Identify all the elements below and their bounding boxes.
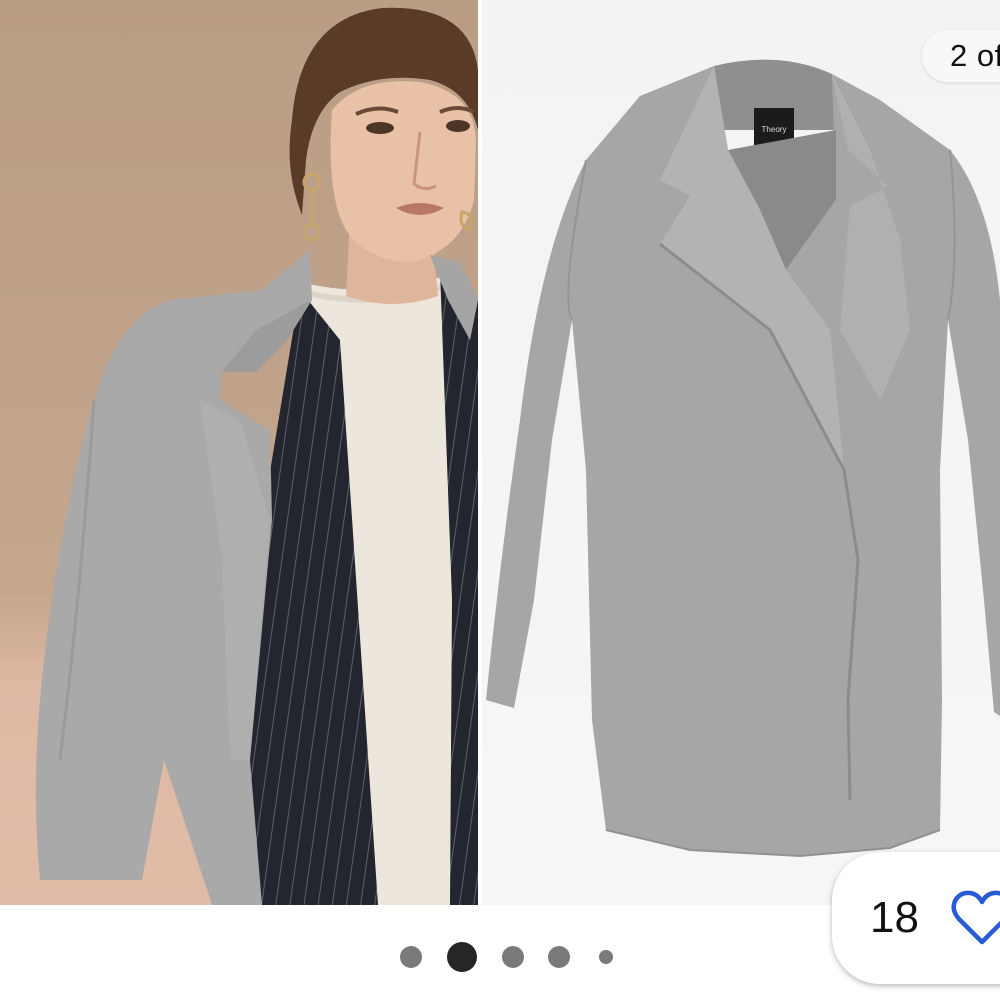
brand-label-text: Theory bbox=[762, 125, 787, 134]
pagination-dot-3[interactable] bbox=[502, 946, 524, 968]
pagination-dot-1[interactable] bbox=[400, 946, 422, 968]
carousel-pagination bbox=[0, 940, 1000, 974]
pagination-dot-4[interactable] bbox=[548, 946, 570, 968]
listing-image-viewer: Theory 2 of 5 18 bbox=[0, 0, 1000, 1000]
pagination-dot-5[interactable] bbox=[599, 950, 613, 964]
pagination-dot-2[interactable] bbox=[447, 942, 477, 972]
image-counter: 2 of 5 bbox=[922, 30, 1000, 82]
heart-icon bbox=[951, 890, 1000, 945]
product-photo[interactable]: Theory bbox=[0, 0, 1000, 905]
image-counter-text: 2 of 5 bbox=[950, 38, 1000, 73]
like-count: 18 bbox=[870, 893, 919, 942]
